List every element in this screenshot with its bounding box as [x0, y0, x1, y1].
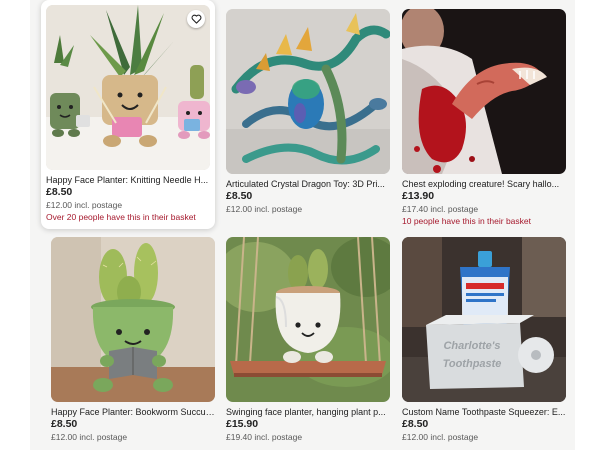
- listing-title[interactable]: Happy Face Planter: Bookworm Succul...: [51, 407, 215, 418]
- listing-grid: Happy Face Planter: Knitting Needle H...…: [30, 0, 575, 450]
- listing-title[interactable]: Custom Name Toothpaste Squeezer: E...: [402, 407, 566, 418]
- listing-card[interactable]: Charlotte's Toothpaste Custom Name Tooth…: [402, 237, 566, 443]
- page: Happy Face Planter: Knitting Needle H...…: [0, 0, 600, 450]
- listing-card[interactable]: Articulated Crystal Dragon Toy: 3D Pri..…: [226, 9, 390, 215]
- listing-postage: £19.40 incl. postage: [226, 432, 303, 442]
- listing-image[interactable]: [46, 5, 210, 170]
- listing-price: £8.50: [51, 418, 78, 430]
- listing-price: £8.50: [226, 190, 253, 202]
- listing-image[interactable]: [51, 237, 215, 402]
- listing-postage: £12.00 incl. postage: [226, 204, 303, 214]
- listing-postage: £12.00 incl. postage: [51, 432, 128, 442]
- basket-count-note: Over 20 people have this in their basket: [46, 212, 196, 222]
- heart-outline-icon[interactable]: [187, 10, 205, 28]
- listing-price: £8.50: [402, 418, 429, 430]
- listing-card[interactable]: Happy Face Planter: Bookworm Succul... £…: [51, 237, 215, 443]
- listing-card[interactable]: Swinging face planter, hanging plant p..…: [226, 237, 390, 443]
- listing-image[interactable]: [226, 237, 390, 402]
- listing-title[interactable]: Chest exploding creature! Scary hallo...: [402, 179, 566, 190]
- listing-postage: £17.40 incl. postage: [402, 204, 479, 214]
- listing-postage: £12.00 incl. postage: [402, 432, 479, 442]
- listing-image[interactable]: [226, 9, 390, 174]
- basket-count-note: 10 people have this in their basket: [402, 216, 532, 226]
- squeezer-product-text: Toothpaste: [443, 358, 502, 370]
- listing-price: £8.50: [46, 186, 73, 198]
- listing-title[interactable]: Happy Face Planter: Knitting Needle H...: [46, 175, 210, 186]
- listing-price: £15.90: [226, 418, 259, 430]
- listing-card[interactable]: Chest exploding creature! Scary hallo...…: [402, 9, 566, 227]
- listing-price: £13.90: [402, 190, 435, 202]
- listing-title[interactable]: Swinging face planter, hanging plant p..…: [226, 407, 390, 418]
- listing-postage: £12.00 incl. postage: [46, 200, 123, 210]
- squeezer-name-text: Charlotte's: [443, 340, 500, 352]
- listing-image[interactable]: Charlotte's Toothpaste: [402, 237, 566, 402]
- listing-title[interactable]: Articulated Crystal Dragon Toy: 3D Pri..…: [226, 179, 390, 190]
- listing-image[interactable]: [402, 9, 566, 174]
- listing-card[interactable]: Happy Face Planter: Knitting Needle H...…: [41, 0, 215, 229]
